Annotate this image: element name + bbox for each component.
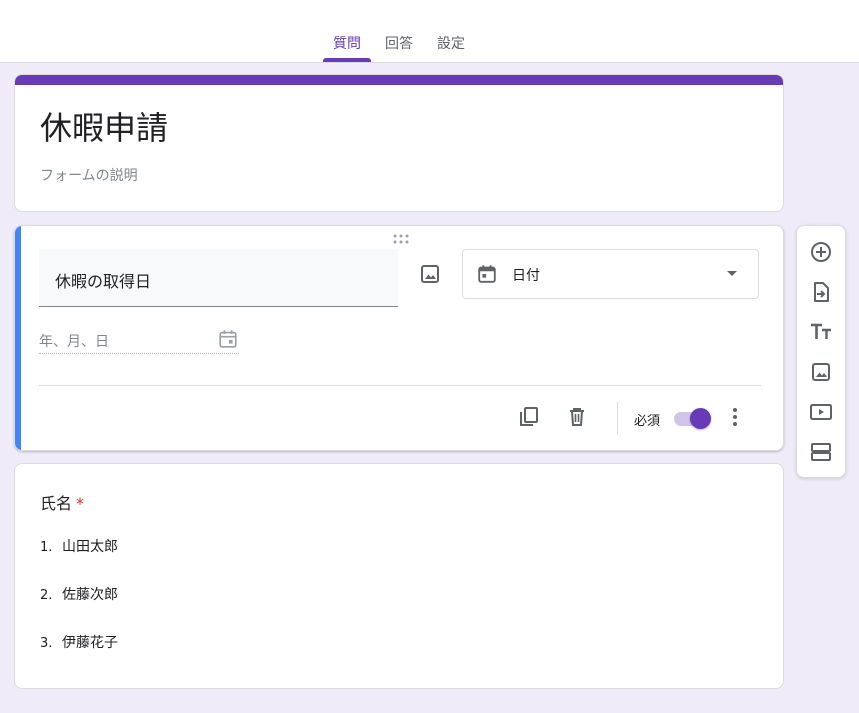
drag-handle-icon[interactable] [392, 234, 410, 244]
image-icon[interactable] [418, 262, 442, 286]
chevron-down-icon [727, 271, 737, 277]
question-title-input[interactable]: 休暇の取得日 [39, 249, 398, 307]
footer-vertical-divider [617, 402, 618, 434]
required-asterisk: * [76, 494, 85, 513]
form-title[interactable]: 休暇申請 [40, 103, 168, 149]
list-item-number: 2. [40, 588, 53, 603]
add-section-icon[interactable] [809, 440, 833, 464]
question-type-label: 日付 [512, 268, 540, 284]
required-toggle[interactable] [674, 408, 712, 430]
card-footer-divider [39, 385, 761, 386]
form-title-card[interactable]: 休暇申請 フォームの説明 [14, 74, 784, 212]
question-type-select[interactable]: 日付 [462, 249, 759, 299]
list-item: 2. 佐藤次郎 [40, 584, 118, 604]
list-item: 1. 山田太郎 [40, 536, 118, 556]
more-options-icon[interactable] [723, 405, 747, 429]
add-question-icon[interactable] [809, 240, 833, 264]
add-image-icon[interactable] [809, 360, 833, 384]
list-item-number: 3. [40, 636, 53, 651]
name-question-card[interactable]: 氏名 * 1. 山田太郎 2. 佐藤次郎 3. 伊藤花子 [14, 463, 784, 689]
list-item-text: 伊藤花子 [62, 635, 118, 651]
calendar-icon [476, 263, 498, 285]
delete-icon[interactable] [565, 405, 589, 429]
add-title-icon[interactable] [809, 320, 833, 344]
top-bar: 質問 回答 設定 [0, 0, 859, 63]
active-card-indicator [15, 226, 21, 450]
calendar-icon [217, 328, 239, 350]
active-tab-indicator [323, 58, 371, 62]
name-question-text: 氏名 [40, 494, 73, 513]
tab-settings[interactable]: 設定 [437, 33, 465, 53]
name-question-title: 氏名 * [40, 490, 84, 514]
title-card-accent [15, 75, 783, 85]
list-item-text: 佐藤次郎 [62, 587, 118, 603]
import-questions-icon[interactable] [809, 280, 833, 304]
tab-questions[interactable]: 質問 [333, 33, 361, 53]
side-toolbar [796, 225, 846, 478]
question-title-text: 休暇の取得日 [55, 272, 152, 291]
date-answer-field: 年、月、日 [39, 326, 239, 354]
date-question-card[interactable]: 休暇の取得日 日付 年、月、日 必須 [14, 225, 784, 451]
form-description-input[interactable]: フォームの説明 [40, 165, 138, 185]
list-item-text: 山田太郎 [62, 539, 118, 555]
list-item: 3. 伊藤花子 [40, 632, 118, 652]
duplicate-icon[interactable] [517, 405, 541, 429]
tab-responses[interactable]: 回答 [385, 33, 413, 53]
list-item-number: 1. [40, 540, 53, 555]
add-video-icon[interactable] [809, 400, 833, 424]
date-placeholder: 年、月、日 [39, 334, 109, 350]
toggle-knob [690, 408, 711, 429]
required-label: 必須 [634, 414, 661, 429]
